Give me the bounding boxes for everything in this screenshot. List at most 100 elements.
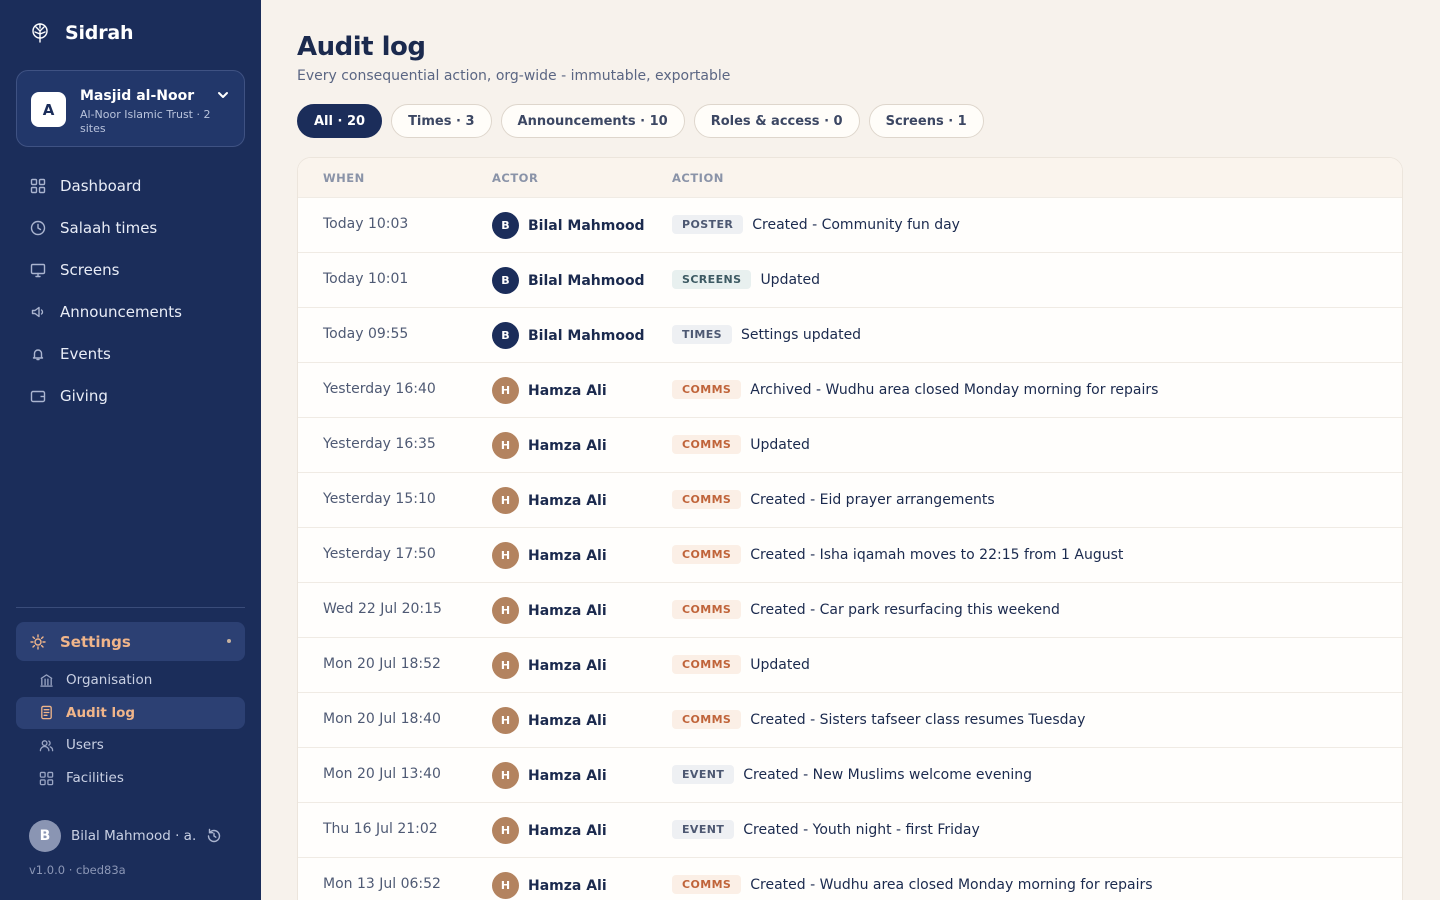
column-header-actor[interactable]: ACTOR xyxy=(492,171,538,185)
refresh-icon[interactable] xyxy=(206,828,222,844)
column-header-when[interactable]: WHEN xyxy=(323,171,365,185)
cell-action: COMMS Created - Isha iqamah moves to 22:1… xyxy=(672,545,1123,564)
table-row[interactable]: Mon 20 Jul 18:52 H Hamza Ali COMMS Updated xyxy=(298,637,1402,692)
nav-item-giving[interactable]: Giving xyxy=(16,375,245,417)
action-text: Created - Community fun day xyxy=(752,216,960,233)
subnav-item-label: Facilities xyxy=(66,770,124,787)
filter-chip-times[interactable]: Times · 3 xyxy=(391,104,492,138)
table-row[interactable]: Today 10:01 B Bilal Mahmood SCREENS Updated xyxy=(298,252,1402,307)
sun-icon xyxy=(30,633,46,650)
users-icon xyxy=(39,740,54,752)
nav-item-label: Salaah times xyxy=(60,219,158,237)
cell-when: Yesterday 17:50 xyxy=(323,546,436,562)
actor-name: Hamza Ali xyxy=(528,602,607,619)
action-text: Archived - Wudhu area closed Monday morn… xyxy=(750,381,1159,398)
subnav-item-label: Users xyxy=(66,737,104,754)
action-tag: COMMS xyxy=(672,435,742,454)
filter-chip-all[interactable]: All · 20 xyxy=(297,104,383,138)
action-tag: COMMS xyxy=(672,710,742,729)
table-row[interactable]: Mon 20 Jul 13:40 H Hamza Ali EVENT Created -… xyxy=(298,747,1402,802)
action-text: Created - Eid prayer arrangements xyxy=(750,491,995,508)
page-title: Audit log xyxy=(297,32,426,62)
table-row[interactable]: Yesterday 15:10 H Hamza Ali COMMS Created - … xyxy=(298,472,1402,527)
table-header: WHEN ACTOR ACTION xyxy=(298,158,1402,197)
avatar: H xyxy=(492,432,519,459)
table-row[interactable]: Yesterday 17:50 H Hamza Ali COMMS Created - … xyxy=(298,527,1402,582)
subnav-item-facilities[interactable]: Facilities xyxy=(16,762,245,794)
actor-name: Hamza Ali xyxy=(528,657,607,674)
cell-action: COMMS Created - Wudhu area closed Monday … xyxy=(672,875,1153,894)
cell-action: COMMS Archived - Wudhu area closed Monday… xyxy=(672,380,1158,399)
cell-actor: H Hamza Ali xyxy=(492,487,607,514)
action-tag: COMMS xyxy=(672,655,742,674)
filter-chip-announcements[interactable]: Announcements · 10 xyxy=(500,104,685,138)
subnav-item-organisation[interactable]: Organisation xyxy=(16,664,245,696)
table-row[interactable]: Today 10:03 B Bilal Mahmood POSTER Created -… xyxy=(298,197,1402,252)
table-row[interactable]: Mon 20 Jul 18:40 H Hamza Ali COMMS Created -… xyxy=(298,692,1402,747)
action-text: Updated xyxy=(750,436,810,453)
avatar: H xyxy=(492,542,519,569)
cell-actor: B Bilal Mahmood xyxy=(492,322,645,349)
action-text: Settings updated xyxy=(740,326,862,343)
actor-name: Hamza Ali xyxy=(528,712,607,729)
cell-actor: H Hamza Ali xyxy=(492,762,607,789)
brand[interactable]: Sidrah xyxy=(29,22,134,44)
megaphone-icon xyxy=(31,306,44,318)
nav-item-settings[interactable]: Settings xyxy=(16,622,245,661)
avatar: B xyxy=(492,267,519,294)
chevron-down-icon xyxy=(218,92,228,98)
action-text: Created - Isha iqamah moves to 22:15 fro… xyxy=(750,546,1124,563)
action-text: Created - Sisters tafseer class resumes … xyxy=(750,711,1086,728)
action-text: Updated xyxy=(750,656,810,673)
nav-item-salaah-times[interactable]: Salaah times xyxy=(16,207,245,249)
actor-name: Hamza Ali xyxy=(528,492,607,509)
cell-actor: H Hamza Ali xyxy=(492,707,607,734)
grid-icon xyxy=(39,771,54,785)
table-row[interactable]: Today 09:55 B Bilal Mahmood TIMES Settings u… xyxy=(298,307,1402,362)
avatar: B xyxy=(29,820,61,852)
nav-item-screens[interactable]: Screens xyxy=(16,249,245,291)
page-subtitle: Every consequential action, org-wide - i… xyxy=(297,68,731,84)
action-text: Created - New Muslims welcome evening xyxy=(743,766,1032,783)
filter-chip-roles-access[interactable]: Roles & access · 0 xyxy=(693,104,860,138)
action-text: Updated xyxy=(760,271,821,288)
subnav-item-label: Audit log xyxy=(66,704,136,721)
action-tag: COMMS xyxy=(672,600,742,619)
table-body: Today 10:03 B Bilal Mahmood POSTER Created -… xyxy=(298,197,1402,900)
cell-when: Yesterday 16:40 xyxy=(323,381,436,397)
actor-name: Hamza Ali xyxy=(528,437,607,454)
cell-actor: B Bilal Mahmood xyxy=(492,212,645,239)
table-row[interactable]: Mon 13 Jul 06:52 H Hamza Ali COMMS Created -… xyxy=(298,857,1402,900)
nav-item-dashboard[interactable]: Dashboard xyxy=(16,165,245,207)
nav-item-events[interactable]: Events xyxy=(16,333,245,375)
table-row[interactable]: Wed 22 Jul 20:15 H Hamza Ali COMMS Created -… xyxy=(298,582,1402,637)
nav-item-announcements[interactable]: Announcements xyxy=(16,291,245,333)
cell-actor: H Hamza Ali xyxy=(492,652,607,679)
table-row[interactable]: Yesterday 16:40 H Hamza Ali COMMS Archived -… xyxy=(298,362,1402,417)
tree-icon xyxy=(29,22,51,44)
cell-actor: H Hamza Ali xyxy=(492,597,607,624)
actor-name: Bilal Mahmood xyxy=(528,327,645,344)
table-row[interactable]: Yesterday 16:35 H Hamza Ali COMMS Updated xyxy=(298,417,1402,472)
cell-actor: H Hamza Ali xyxy=(492,872,607,899)
table-row[interactable]: Thu 16 Jul 21:02 H Hamza Ali EVENT Created -… xyxy=(298,802,1402,857)
app-version: v1.0.0 · cbed83a xyxy=(29,863,126,877)
filter-chip-screens[interactable]: Screens · 1 xyxy=(868,104,984,138)
filter-chips: All · 20 Times · 3 Announcements · 10 Ro… xyxy=(297,104,984,138)
subnav-item-users[interactable]: Users xyxy=(16,729,245,761)
cell-action: COMMS Created - Car park resurfacing this… xyxy=(672,600,1060,619)
cell-when: Mon 20 Jul 18:40 xyxy=(323,711,441,727)
main-nav: Dashboard Salaah times Screens Announcem… xyxy=(16,165,245,417)
org-subtitle: Al-Noor Islamic Trust · 2 sites xyxy=(80,108,211,135)
org-switcher[interactable]: A Masjid al-Noor Al-Noor Islamic Trust ·… xyxy=(16,70,245,147)
cell-action: COMMS Created - Sisters tafseer class res… xyxy=(672,710,1085,729)
cell-action: POSTER Created - Community fun day xyxy=(672,215,960,234)
current-user[interactable]: B Bilal Mahmood · a... xyxy=(29,820,229,852)
nav-item-label: Screens xyxy=(60,261,120,279)
brand-name: Sidrah xyxy=(65,22,134,44)
avatar: B xyxy=(492,212,519,239)
cell-actor: B Bilal Mahmood xyxy=(492,267,645,294)
subnav-item-audit-log[interactable]: Audit log xyxy=(16,696,245,729)
column-header-action[interactable]: ACTION xyxy=(672,171,724,185)
nav-item-label: Dashboard xyxy=(60,177,142,195)
